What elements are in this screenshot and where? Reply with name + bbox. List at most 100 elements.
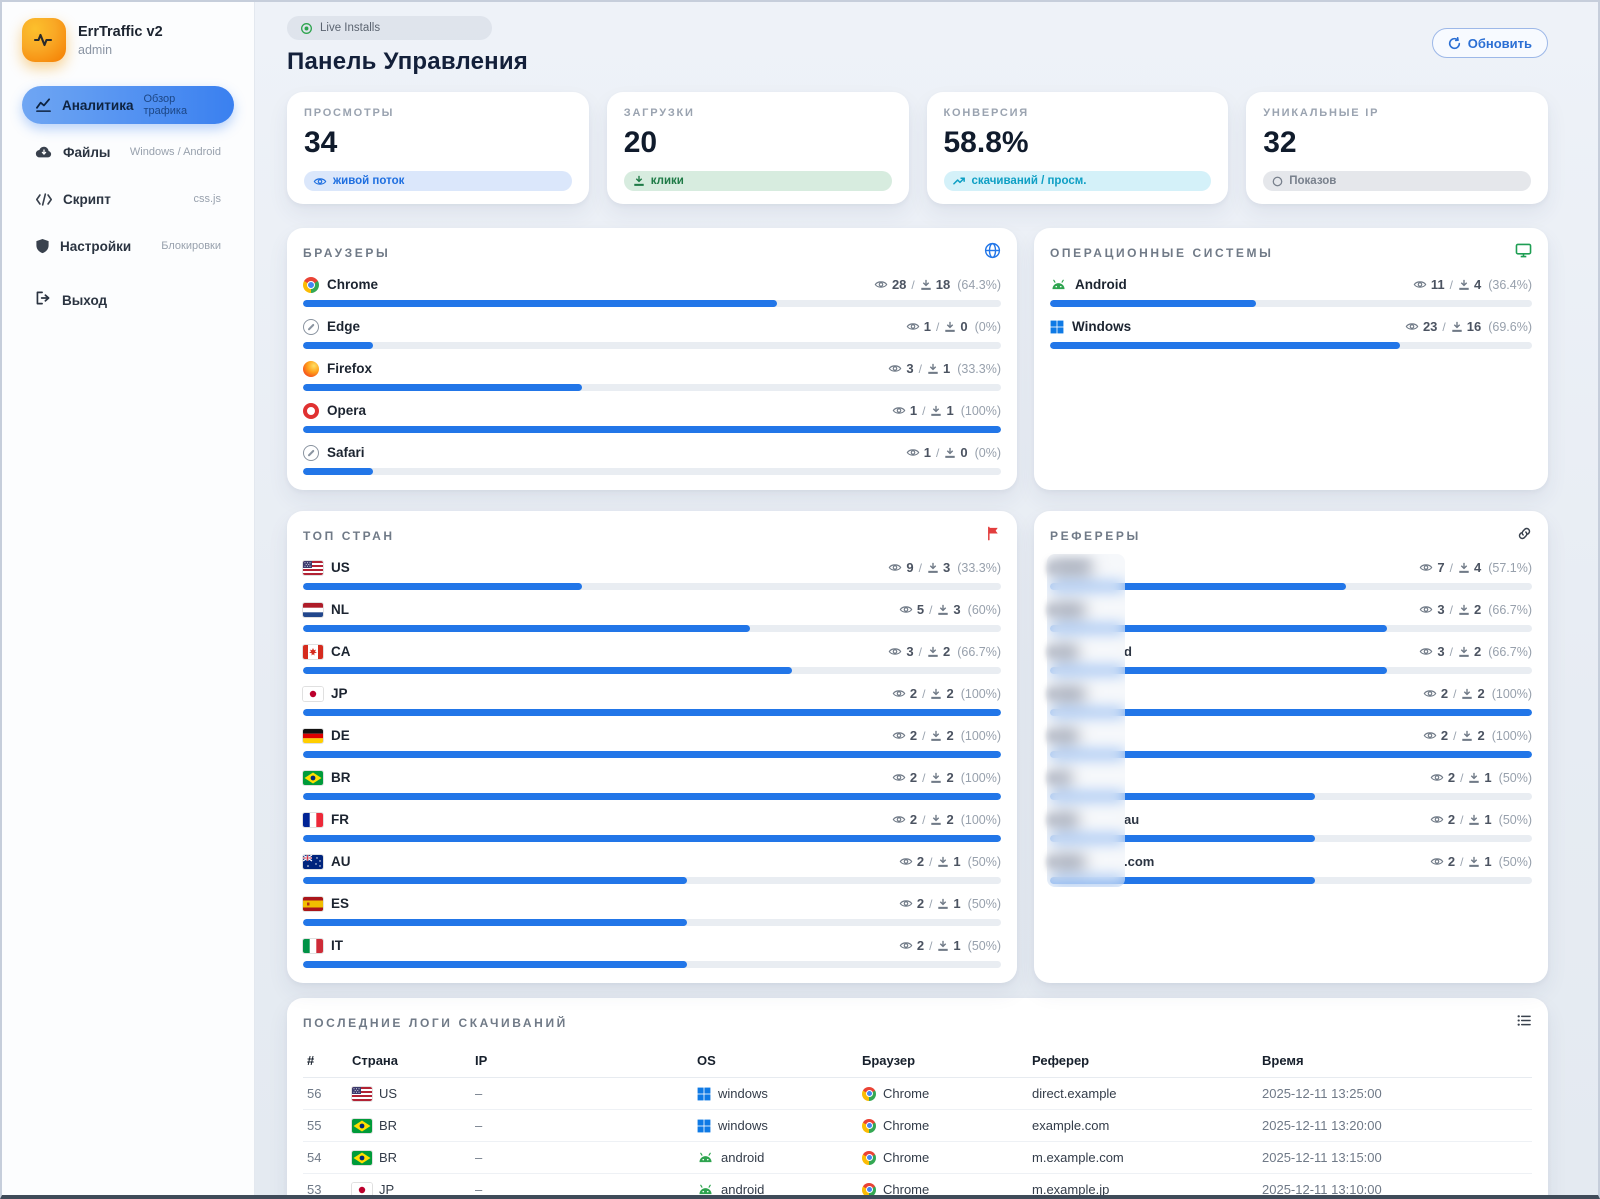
log-browser: Chrome	[858, 1142, 1028, 1174]
log-browser: Chrome	[858, 1174, 1028, 1196]
row-stats: 3/2(66.7%)	[888, 644, 1001, 659]
nav-hint: Блокировки	[161, 240, 221, 252]
sidebar-item-files[interactable]: ФайлыWindows / Android	[22, 133, 234, 171]
referrers-panel: РЕФЕРЕРЫ ██████7/4(57.1%)█████3/2(66.7%)…	[1034, 511, 1548, 983]
sidebar-nav: Аналитика Обзор трафика ФайлыWindows / And…	[22, 86, 234, 265]
downloads-icon	[1461, 730, 1473, 742]
browsers-panel: БРАУЗЕРЫ Chrome28/18(64.3%)Edge1/0(0%)Fi…	[287, 228, 1017, 490]
stat-label: ЗАГРУЗКИ	[624, 107, 892, 119]
views-icon	[888, 363, 902, 374]
logs-col-header: Реферер	[1028, 1045, 1258, 1078]
referrer-suffix: d	[1124, 644, 1132, 659]
progress-track	[303, 426, 1001, 433]
progress-fill	[303, 961, 687, 968]
os-windows-icon	[697, 1119, 711, 1133]
log-row: 54BR–androidChromem.example.com2025-12-1…	[303, 1142, 1532, 1174]
edge-icon	[303, 319, 319, 335]
stat-value: 20	[624, 126, 892, 160]
stat-badge: Показов	[1263, 171, 1531, 191]
logs-title: ПОСЛЕДНИЕ ЛОГИ СКАЧИВАНИЙ	[303, 1016, 568, 1030]
views-icon	[888, 646, 902, 657]
log-num: 54	[303, 1142, 348, 1174]
privacy-blur-overlay	[1047, 554, 1125, 887]
log-os: android	[693, 1142, 858, 1174]
log-ip: –	[471, 1174, 693, 1196]
log-country: JP	[348, 1174, 471, 1196]
flag-jp-icon	[303, 687, 323, 701]
brand: ErrTraffic v2 admin	[22, 18, 234, 62]
views-icon	[1430, 856, 1444, 867]
views-icon	[1419, 562, 1433, 573]
country-row-us: US9/3(33.3%)	[303, 557, 1001, 590]
downloads-icon	[1458, 279, 1470, 291]
browsers-title: БРАУЗЕРЫ	[303, 246, 390, 260]
country-row-nl: NL5/3(60%)	[303, 599, 1001, 632]
country-row-es: ES2/1(50%)	[303, 893, 1001, 926]
progress-fill	[303, 625, 750, 632]
chrome-icon	[862, 1087, 876, 1101]
flag-us-icon	[303, 561, 323, 575]
app-logo	[22, 18, 66, 62]
sidebar-item-settings[interactable]: НастройкиБлокировки	[22, 227, 234, 265]
row-stats: 2/2(100%)	[892, 686, 1001, 701]
downloads-icon	[937, 940, 949, 952]
countries-list: US9/3(33.3%)NL5/3(60%)CA3/2(66.7%)JP2/2(…	[303, 557, 1001, 968]
android-icon	[1050, 279, 1067, 290]
progress-track	[303, 709, 1001, 716]
log-referrer: example.com	[1028, 1110, 1258, 1142]
row-stats: 23/16(69.6%)	[1405, 319, 1532, 334]
stat-label: УНИКАЛЬНЫЕ IP	[1263, 107, 1531, 119]
download-icon	[633, 175, 645, 187]
progress-track	[303, 342, 1001, 349]
flag-es-icon	[303, 897, 323, 911]
country-row-fr: FR2/2(100%)	[303, 809, 1001, 842]
progress-track	[303, 300, 1001, 307]
app-window: ErrTraffic v2 admin Аналитика Обзор трафи…	[0, 0, 1600, 1199]
nav-label: Скрипт	[63, 192, 111, 207]
logs-col-header: IP	[471, 1045, 693, 1078]
country-row-it: IT2/1(50%)	[303, 935, 1001, 968]
live-installs-badge: Live Installs	[287, 16, 492, 40]
sidebar-item-script[interactable]: Скрипт css.js	[22, 180, 234, 218]
log-os: windows	[693, 1078, 858, 1110]
chrome-icon	[862, 1119, 876, 1133]
log-os: android	[693, 1174, 858, 1196]
log-num: 53	[303, 1174, 348, 1196]
log-ip: –	[471, 1110, 693, 1142]
refresh-button[interactable]: Обновить	[1432, 28, 1548, 58]
sidebar-item-logout[interactable]: Выход	[22, 281, 234, 319]
nav-hint: Windows / Android	[130, 146, 221, 158]
log-referrer: m.example.jp	[1028, 1174, 1258, 1196]
globe-icon	[984, 242, 1001, 264]
log-ip: –	[471, 1078, 693, 1110]
stat-value: 58.8%	[944, 126, 1212, 160]
downloads-icon	[930, 772, 942, 784]
stat-label: ПРОСМОТРЫ	[304, 107, 572, 119]
sidebar-item-analytics[interactable]: Аналитика Обзор трафика	[22, 86, 234, 124]
logs-col-header: OS	[693, 1045, 858, 1078]
nav-hint: css.js	[194, 193, 222, 205]
stat-card: ПРОСМОТРЫ34живой поток	[287, 92, 589, 204]
row-stats: 2/1(50%)	[1430, 812, 1532, 827]
flag-us-icon	[352, 1087, 372, 1101]
nav-label: Аналитика	[62, 98, 133, 113]
flag-de-icon	[303, 729, 323, 743]
os-title: ОПЕРАЦИОННЫЕ СИСТЕМЫ	[1050, 246, 1273, 260]
progress-fill	[303, 751, 1001, 758]
referrer-suffix: au	[1124, 812, 1139, 827]
downloads-icon	[937, 856, 949, 868]
nav-hint: Обзор трафика	[143, 93, 221, 117]
views-icon	[892, 730, 906, 741]
country-row-br: BR2/2(100%)	[303, 767, 1001, 800]
downloads-icon	[1468, 772, 1480, 784]
progress-fill	[303, 583, 582, 590]
progress-track	[303, 877, 1001, 884]
views-icon	[888, 562, 902, 573]
firefox-icon	[303, 361, 319, 377]
stats-row: ПРОСМОТРЫ34живой потокЗАГРУЗКИ20кликиКОН…	[287, 92, 1548, 204]
flag-ca-icon	[303, 645, 323, 659]
flag-au-icon	[303, 855, 323, 869]
row-stats: 2/2(100%)	[892, 812, 1001, 827]
sidebar: ErrTraffic v2 admin Аналитика Обзор трафи…	[2, 2, 255, 1195]
os-list: Android11/4(36.4%)Windows23/16(69.6%)	[1050, 274, 1532, 349]
